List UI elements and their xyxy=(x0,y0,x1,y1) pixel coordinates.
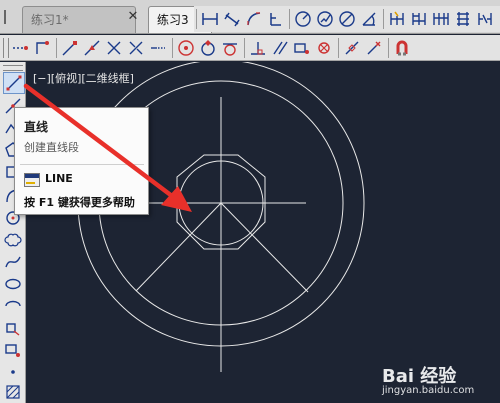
baidu-watermark: Bai 经验 jingyan.baidu.com xyxy=(382,352,500,402)
watermark-url: jingyan.baidu.com xyxy=(382,385,475,396)
red-arrow-annotation xyxy=(23,83,192,212)
